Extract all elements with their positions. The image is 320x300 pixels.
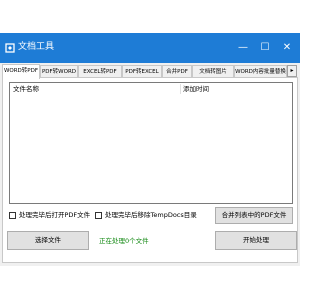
open-after-done-checkbox[interactable]: [9, 211, 16, 219]
maximize-button[interactable]: ☐: [254, 33, 276, 63]
column-header-added-time[interactable]: 添加时间: [180, 83, 292, 95]
merge-list-pdf-button[interactable]: 合并列表中的PDF文件: [215, 207, 293, 224]
move-to-temp-option[interactable]: 处理完毕后移除TempDocs目录: [95, 210, 197, 220]
minimize-button[interactable]: —: [232, 33, 254, 63]
file-list[interactable]: 文件名称 添加时间: [9, 82, 293, 204]
tab-word-to-pdf[interactable]: WORD转PDF: [2, 64, 40, 79]
tab-scroll-right-button[interactable]: ▸: [287, 65, 297, 77]
column-header-filename[interactable]: 文件名称: [10, 83, 180, 95]
status-text: 正在处理0个文件: [99, 237, 149, 245]
open-after-done-option[interactable]: 处理完毕后打开PDF文件: [9, 210, 90, 220]
title-bar: 文档工具 — ☐ ✕: [0, 33, 300, 63]
tab-panel: 文件名称 添加时间 处理完毕后打开PDF文件 处理完毕后移除TempDocs目录…: [2, 77, 298, 263]
app-icon: [5, 43, 15, 53]
window-title: 文档工具: [18, 42, 55, 52]
tab-bar: WORD转PDF PDF转WORD EXCEL转PDF PDF转EXCEL 合并…: [2, 64, 298, 79]
open-after-done-label: 处理完毕后打开PDF文件: [19, 211, 91, 219]
app-window: 文档工具 — ☐ ✕ WORD转PDF PDF转WORD EXCEL转PDF P…: [0, 33, 300, 266]
start-button[interactable]: 开始处理: [215, 231, 297, 250]
move-to-temp-label: 处理完毕后移除TempDocs目录: [105, 211, 197, 219]
select-files-button[interactable]: 选择文件: [7, 231, 89, 250]
move-to-temp-checkbox[interactable]: [95, 211, 102, 219]
close-button[interactable]: ✕: [276, 33, 298, 63]
